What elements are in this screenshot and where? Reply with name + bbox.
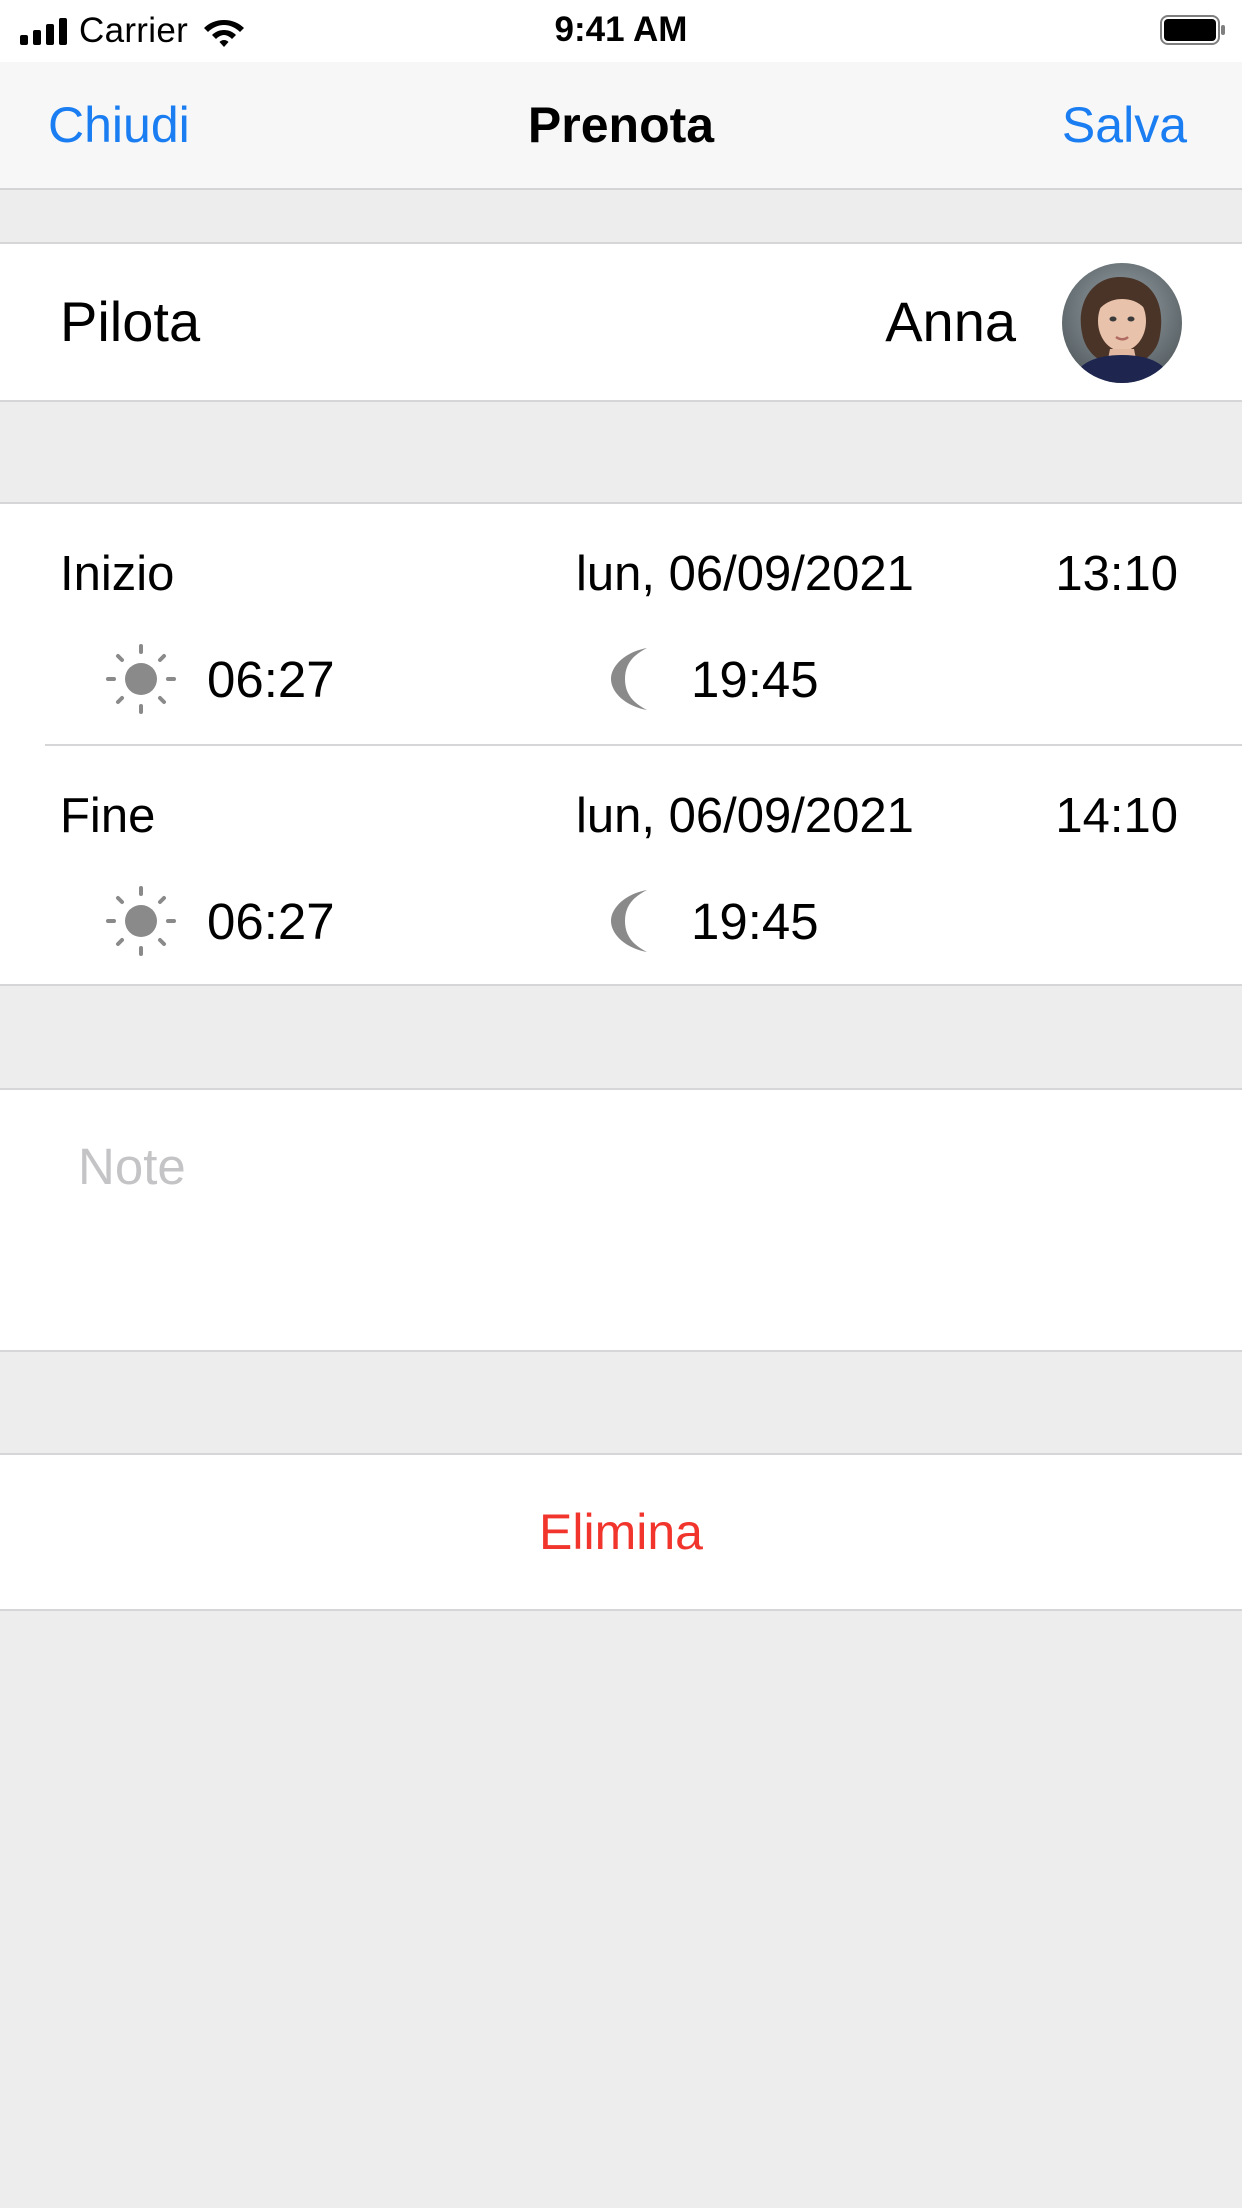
end-time-row[interactable]: Fine lun, 06/09/2021 14:10 06:27 19:45	[0, 746, 1242, 986]
start-sunrise: 06:27	[207, 651, 335, 708]
pilot-name: Anna	[885, 290, 1016, 353]
end-label: Fine	[60, 789, 156, 843]
schedule-section: Inizio lun, 06/09/2021 13:10 06:27 19:45…	[0, 502, 1242, 986]
end-sunset: 19:45	[691, 893, 819, 950]
delete-button[interactable]: Elimina	[0, 1455, 1242, 1609]
delete-section: Elimina	[0, 1453, 1242, 1611]
end-date[interactable]: lun, 06/09/2021	[576, 784, 914, 848]
pilot-label: Pilota	[60, 290, 201, 353]
sun-icon	[106, 886, 176, 956]
end-time[interactable]: 14:10	[1055, 784, 1178, 848]
pilot-row[interactable]: Pilota Anna	[0, 242, 1242, 402]
start-time[interactable]: 13:10	[1055, 542, 1178, 606]
moon-icon	[611, 648, 647, 710]
close-button[interactable]: Chiudi	[48, 62, 190, 188]
start-sunset: 19:45	[691, 651, 819, 708]
sun-icon	[106, 644, 176, 714]
start-time-row[interactable]: Inizio lun, 06/09/2021 13:10 06:27 19:45	[0, 504, 1242, 744]
notes-section	[0, 1088, 1242, 1352]
end-sunrise: 06:27	[207, 893, 335, 950]
notes-field[interactable]	[78, 1126, 1178, 1206]
avatar	[1062, 263, 1182, 383]
start-date[interactable]: lun, 06/09/2021	[576, 542, 914, 606]
moon-icon	[611, 890, 647, 952]
save-button[interactable]: Salva	[1062, 62, 1187, 188]
start-label: Inizio	[60, 547, 175, 601]
status-bar: Carrier 9:41 AM	[0, 0, 1242, 62]
battery-icon	[1160, 15, 1225, 45]
status-time: 9:41 AM	[554, 10, 688, 49]
navigation-bar: Chiudi Prenota Salva	[0, 62, 1242, 190]
